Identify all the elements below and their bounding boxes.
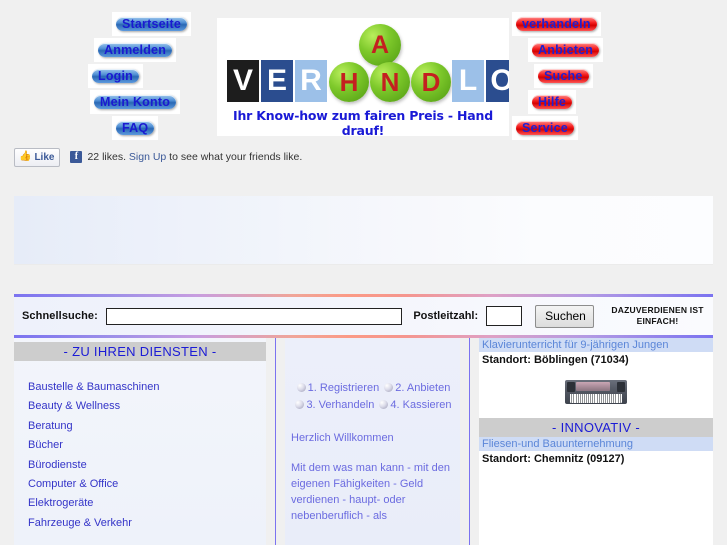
category-item[interactable]: Bücher — [28, 436, 266, 455]
site-header: Startseite Anmelden Login Mein Konto FAQ… — [0, 0, 727, 145]
zip-input[interactable] — [486, 306, 523, 326]
keyboard-piano-photo — [565, 376, 627, 407]
category-item[interactable]: Elektrogeräte — [28, 494, 266, 513]
logo-letter-l: L — [452, 60, 484, 102]
category-item[interactable]: Beauty & Wellness — [28, 397, 266, 416]
facebook-like-count: 22 likes. — [87, 151, 129, 163]
thumbs-up-icon: 👍 — [19, 151, 32, 162]
primary-nav-left: Startseite Anmelden Login Mein Konto FAQ — [88, 12, 218, 140]
logo-tagline: Ihr Know-how zum fairen Preis - Hand dra… — [233, 108, 493, 136]
step-4-label: 4. Kassieren — [390, 398, 452, 411]
quick-search-label: Schnellsuche: — [22, 310, 98, 322]
page-root: Startseite Anmelden Login Mein Konto FAQ… — [0, 0, 727, 545]
nav-button-login[interactable]: Login — [92, 69, 140, 83]
listing-location: Standort: Chemnitz (09127) — [482, 453, 625, 465]
listing-title[interactable]: Klavierunterricht für 9-jährigen Jungen — [479, 338, 713, 352]
nav-button-login-wrap: Login — [88, 64, 144, 88]
facebook-like-bar: 👍 Like f 22 likes. Sign Up to see what y… — [14, 147, 302, 167]
nav-button-anbieten-wrap: Anbieten — [528, 38, 604, 62]
site-slogan-line2: EINFACH! — [636, 316, 679, 326]
listing-title[interactable]: Fliesen-und Bauunternehmung — [479, 437, 713, 451]
nav-button-startseite-wrap: Startseite — [112, 12, 191, 36]
listing-image-wrap — [479, 366, 713, 418]
nav-button-faq-wrap: FAQ — [112, 116, 159, 140]
logo-letter-n: N — [370, 62, 410, 102]
listings-column: Klavierunterricht für 9-jährigen Jungen … — [479, 338, 713, 545]
intro-column: 1. Registrieren 2. Anbieten 3. Verhandel… — [285, 338, 460, 545]
listing-location: Standort: Böblingen (71034) — [482, 354, 629, 366]
category-item[interactable]: Baustelle & Baumaschinen — [28, 378, 266, 397]
logo-letter-v: V — [227, 60, 259, 102]
nav-button-service[interactable]: Service — [516, 121, 574, 135]
column-divider-right — [469, 338, 470, 545]
nav-button-anbieten[interactable]: Anbieten — [532, 43, 600, 57]
nav-button-service-wrap: Service — [512, 116, 578, 140]
logo-letter-h: H — [329, 62, 369, 102]
banner-placeholder — [14, 196, 713, 265]
logo-letter-o: O — [486, 60, 509, 102]
nav-button-startseite[interactable]: Startseite — [116, 17, 187, 31]
nav-button-hilfe-wrap: Hilfe — [528, 90, 577, 114]
main-content: - ZU IHREN DIENSTEN - Baustelle & Baumas… — [14, 338, 713, 545]
site-slogan-line1: DAZUVERDIENEN IST — [611, 305, 704, 315]
logo-letters: V E R H N D L O — [227, 56, 509, 102]
nav-button-anmelden-wrap: Anmelden — [94, 38, 177, 62]
step-2-number: 2. — [395, 382, 405, 394]
bullet-icon — [379, 399, 389, 409]
nav-button-suche-wrap: Suche — [534, 64, 593, 88]
logo-letter-e: E — [261, 60, 293, 102]
quick-search-input[interactable] — [105, 307, 403, 325]
search-submit-button[interactable]: Suchen — [535, 304, 595, 328]
welcome-body: Mit dem was man kann - mit den eigenen F… — [291, 462, 450, 522]
welcome-block: Herzlich Willkommen Mit dem was man kann… — [291, 430, 454, 524]
bullet-icon — [384, 383, 394, 392]
zip-label: Postleitzahl: — [413, 310, 479, 322]
nav-button-mein-konto[interactable]: Mein Konto — [94, 95, 177, 109]
quick-search-section: Schnellsuche: Postleitzahl: Suchen DAZUV… — [14, 294, 713, 338]
services-column: - ZU IHREN DIENSTEN - Baustelle & Baumas… — [14, 338, 266, 545]
quick-search-bar: Schnellsuche: Postleitzahl: Suchen DAZUV… — [14, 297, 713, 335]
nav-button-verhandeln[interactable]: verhandeln — [516, 17, 597, 31]
primary-nav-right: verhandeln Anbieten Suche Hilfe Service — [512, 12, 642, 140]
nav-button-hilfe[interactable]: Hilfe — [532, 95, 573, 109]
process-steps: 1. Registrieren 2. Anbieten 3. Verhandel… — [291, 380, 454, 413]
facebook-logo-icon: f — [70, 151, 83, 163]
logo-letter-r: R — [295, 60, 327, 102]
welcome-heading: Herzlich Willkommen — [291, 432, 394, 444]
facebook-social-text: 22 likes. Sign Up to see what your frien… — [87, 151, 302, 163]
step-3-label: 3. Verhandeln — [306, 398, 375, 411]
site-slogan: DAZUVERDIENEN IST EINFACH! — [604, 305, 711, 327]
category-item[interactable]: Beratung — [28, 417, 266, 436]
category-item[interactable]: Bürodienste — [28, 456, 266, 475]
step-2-label: Anbieten — [406, 382, 451, 394]
column-divider-left — [275, 338, 276, 545]
nav-button-verhandeln-wrap: verhandeln — [512, 12, 601, 36]
category-item[interactable]: Fahrzeuge & Verkehr — [28, 514, 266, 533]
innovativ-heading: - INNOVATIV - — [479, 418, 713, 437]
nav-button-suche[interactable]: Suche — [538, 69, 589, 83]
nav-button-anmelden[interactable]: Anmelden — [98, 43, 173, 57]
facebook-signup-link[interactable]: Sign Up — [129, 151, 166, 163]
services-heading: - ZU IHREN DIENSTEN - — [14, 342, 266, 361]
step-1-label: 1. Registrieren — [307, 382, 380, 394]
category-list: Baustelle & Baumaschinen Beauty & Wellne… — [14, 378, 266, 533]
category-item[interactable]: Computer & Office — [28, 475, 266, 494]
logo-letter-d: D — [411, 62, 451, 102]
nav-button-faq[interactable]: FAQ — [116, 121, 155, 135]
bullet-icon — [296, 383, 306, 392]
bullet-icon — [295, 399, 305, 409]
facebook-like-label: Like — [34, 151, 55, 163]
facebook-friends-text: to see what your friends like. — [166, 151, 303, 163]
site-logo: A V E R H N D L O Ihr Know-how zum faire… — [217, 18, 509, 136]
nav-button-mein-konto-wrap: Mein Konto — [90, 90, 181, 114]
facebook-like-button[interactable]: 👍 Like — [14, 147, 61, 167]
